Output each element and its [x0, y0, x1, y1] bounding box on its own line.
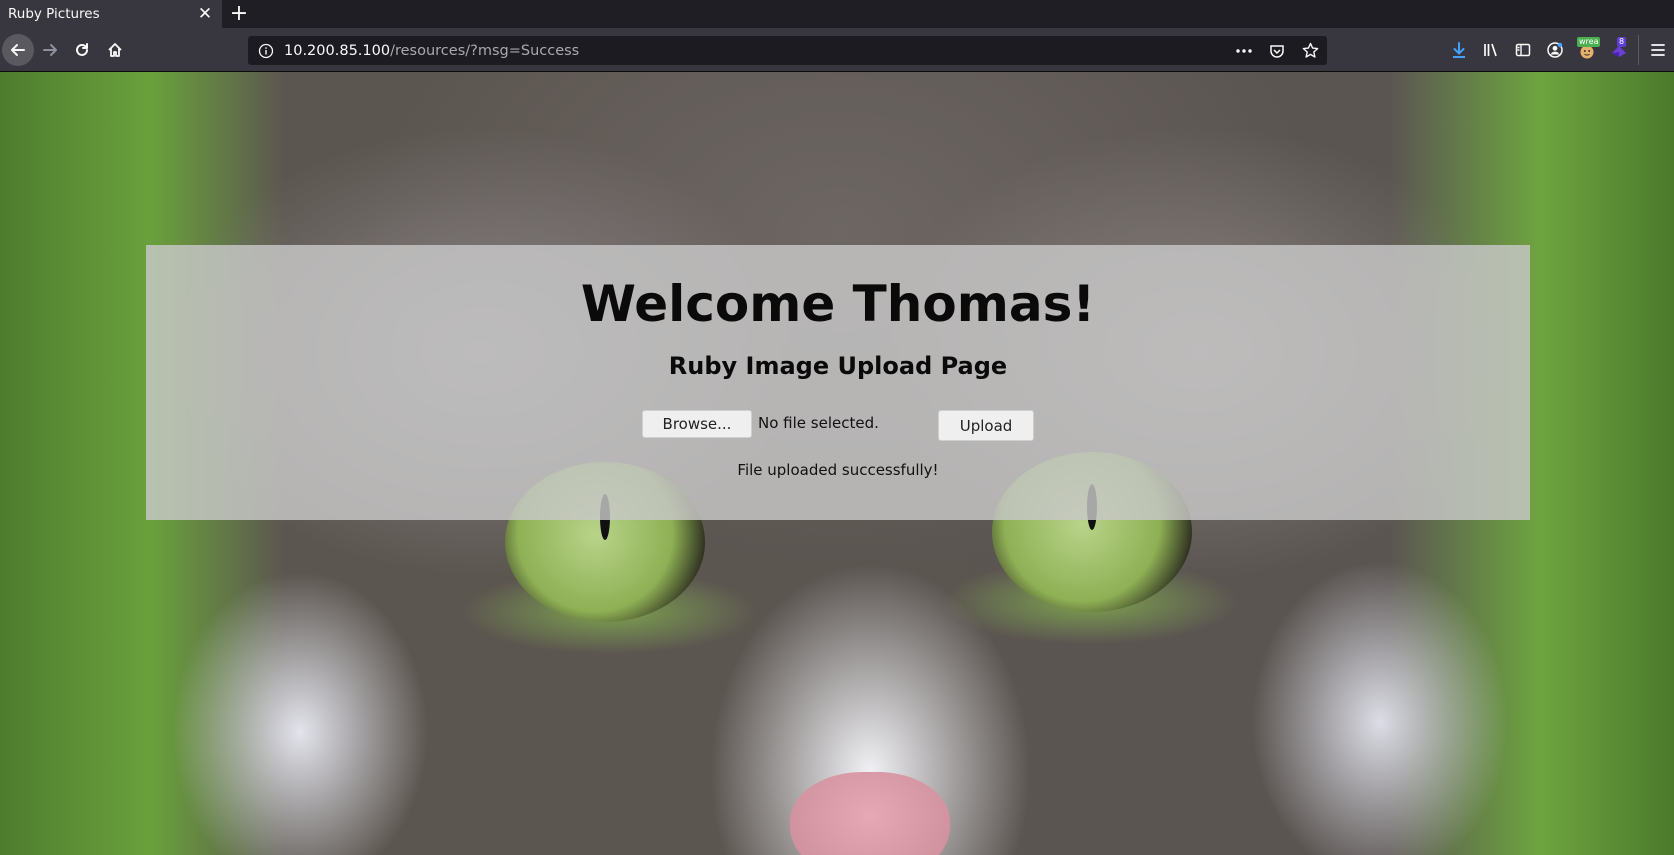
forward-arrow-icon [43, 44, 57, 56]
file-status-text: No file selected. [758, 414, 879, 432]
navigation-toolbar: 10.200.85.100/resources/?msg=Success wre… [0, 28, 1674, 72]
back-button[interactable] [2, 34, 34, 66]
home-icon [108, 43, 122, 57]
upload-panel: Welcome Thomas! Ruby Image Upload Page B… [146, 245, 1530, 520]
forward-button[interactable] [34, 34, 66, 66]
library-icon[interactable] [1475, 34, 1507, 66]
extension-purple-icon[interactable]: 8 [1603, 34, 1635, 66]
downloads-icon[interactable] [1443, 34, 1475, 66]
account-icon[interactable] [1539, 34, 1571, 66]
tab-strip: Ruby Pictures ✕ + [0, 0, 1674, 28]
reload-icon [76, 43, 88, 56]
browse-button[interactable]: Browse... [642, 410, 752, 438]
browser-tab[interactable]: Ruby Pictures ✕ [0, 0, 222, 28]
toolbar-right: wrea 8 [1443, 28, 1674, 72]
extension-badge-wrea: wrea [1577, 37, 1601, 47]
reload-button[interactable] [66, 34, 98, 66]
address-bar[interactable]: 10.200.85.100/resources/?msg=Success [248, 36, 1327, 65]
cat-nose [790, 772, 950, 855]
upload-form: Browse... No file selected. Upload [146, 410, 1530, 441]
toolbar-separator [1638, 35, 1639, 65]
url-actions [1233, 36, 1321, 65]
welcome-heading: Welcome Thomas! [580, 275, 1096, 333]
new-tab-icon[interactable]: + [222, 0, 256, 28]
pocket-icon[interactable] [1266, 40, 1288, 62]
site-info-icon[interactable] [258, 43, 274, 59]
home-button[interactable] [99, 34, 131, 66]
url-text[interactable]: 10.200.85.100/resources/?msg=Success [284, 43, 579, 59]
close-tab-icon[interactable]: ✕ [196, 5, 214, 23]
page-viewport: Welcome Thomas! Ruby Image Upload Page B… [0, 72, 1674, 855]
bookmark-star-icon[interactable] [1299, 40, 1321, 62]
page-actions-icon[interactable] [1233, 40, 1255, 62]
upload-success-message: File uploaded successfully! [737, 461, 939, 479]
page-subtitle: Ruby Image Upload Page [668, 352, 1008, 380]
upload-button[interactable]: Upload [938, 410, 1034, 441]
url-path: /resources/?msg=Success [390, 42, 580, 59]
url-host: 10.200.85.100 [284, 42, 391, 59]
tab-title: Ruby Pictures [8, 6, 100, 22]
hamburger-menu-icon[interactable] [1642, 34, 1674, 66]
extension-wrea-icon[interactable]: wrea [1571, 34, 1603, 66]
sidebar-icon[interactable] [1507, 34, 1539, 66]
extension-badge-count: 8 [1617, 37, 1627, 47]
back-arrow-icon [11, 44, 25, 56]
